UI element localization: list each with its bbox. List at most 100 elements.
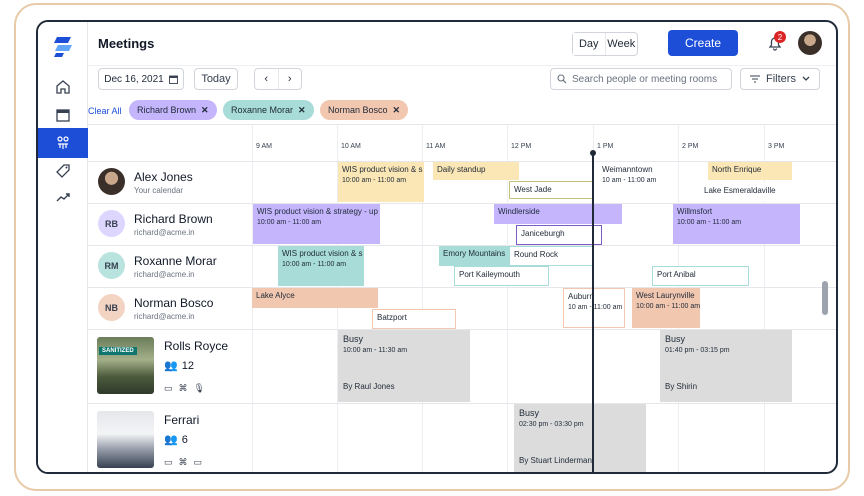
event-block[interactable]: Lake Alyce (252, 288, 378, 308)
hour-label: 2 PM (682, 143, 699, 150)
close-icon[interactable]: ✕ (393, 105, 401, 116)
date-nav: ‹ › (254, 68, 302, 90)
busy-block[interactable]: Busy 01:40 pm - 03:15 pm By Shirin (660, 330, 792, 402)
room-capacity: 👥 6 (164, 433, 188, 447)
event-block[interactable]: Batzport (372, 309, 456, 329)
event-block[interactable]: West Laurynville 10:00 am - 11:00 am (632, 288, 700, 328)
app-logo-icon (54, 37, 72, 57)
trending-up-icon (56, 193, 70, 202)
prev-day-button[interactable]: ‹ (255, 69, 279, 89)
event-block[interactable]: Lake Esmeraldaville (700, 183, 786, 201)
chip-label: Norman Bosco (328, 105, 388, 115)
person-email: richard@acme.in (134, 270, 195, 279)
room-photo: SANITIZED (97, 337, 154, 394)
tag-icon (56, 164, 70, 178)
hour-label: 11 AM (426, 143, 446, 150)
close-icon[interactable]: ✕ (201, 105, 209, 116)
people-icon: 👥 (164, 434, 178, 446)
sanitized-badge: SANITIZED (99, 347, 137, 355)
view-week-button[interactable]: Week (606, 33, 638, 55)
event-block[interactable]: Port Anibal (652, 266, 749, 286)
event-block[interactable]: Round Rock (509, 246, 593, 266)
person-row[interactable]: RM Roxanne Morar richard@acme.in (88, 245, 252, 287)
chip-label: Roxanne Morar (231, 105, 294, 115)
capacity-value: 6 (181, 433, 188, 446)
event-block[interactable]: Janiceburgh (516, 225, 602, 245)
event-block[interactable]: WIS product vision & s 10:00 am - 11:00 a… (338, 162, 424, 202)
person-name: Richard Brown (134, 212, 213, 226)
person-row[interactable]: RB Richard Brown richard@acme.in (88, 203, 252, 245)
calendar-icon (56, 109, 70, 122)
page-title: Meetings (98, 36, 155, 51)
hour-label: 12 PM (511, 143, 532, 150)
event-block[interactable]: Emory Mountains (439, 246, 509, 266)
close-icon[interactable]: ✕ (298, 105, 306, 116)
chip-label: Richard Brown (137, 105, 197, 115)
schedule-grid: 9 AM 10 AM 11 AM 12 PM 1 PM 2 PM 3 PM Al… (88, 124, 836, 472)
room-row[interactable]: SANITIZED Rolls Royce 👥 12 ▭ ⌘ 🎙 (88, 329, 252, 403)
event-block[interactable]: Windlerside (494, 204, 622, 224)
search-input[interactable]: Search people or meeting rooms (550, 68, 732, 90)
person-row[interactable]: Alex Jones Your calendar (88, 161, 252, 203)
search-placeholder: Search people or meeting rooms (572, 73, 718, 85)
room-row[interactable]: Ferrari 👥 6 ▭ ⌘ ▭ (88, 403, 252, 472)
home-icon (56, 80, 70, 94)
people-network-icon (57, 136, 69, 149)
person-email: richard@acme.in (134, 228, 195, 237)
person-subtitle: Your calendar (134, 186, 184, 195)
person-name: Roxanne Morar (134, 254, 217, 268)
view-toggle: Day Week (572, 32, 638, 56)
event-block[interactable]: WIS product vision & s 10:00 am - 11:00 a… (278, 246, 364, 286)
person-email: richard@acme.in (134, 312, 195, 321)
nav-meetings[interactable] (38, 128, 88, 158)
event-block[interactable]: West Jade (509, 181, 593, 199)
date-picker-button[interactable]: Dec 16, 2021 (98, 68, 184, 90)
clear-all-link[interactable]: Clear All (88, 106, 122, 116)
avatar: NB (98, 294, 125, 321)
room-amenities: ▭ ⌘ ▭ (164, 457, 202, 468)
room-capacity: 👥 12 (164, 359, 194, 373)
event-block[interactable]: Port Kaileymouth (454, 266, 549, 286)
vertical-scrollbar[interactable] (822, 281, 828, 315)
event-block[interactable]: WIS product vision & strategy - up 10:00 … (253, 204, 380, 244)
event-block[interactable]: North Enrique (708, 162, 792, 180)
sidebar (38, 22, 88, 472)
capacity-value: 12 (181, 359, 194, 372)
monitor-icon: ▭ (164, 383, 173, 393)
current-time-line (592, 153, 594, 472)
hour-label: 1 PM (597, 143, 614, 150)
view-day-button[interactable]: Day (573, 33, 606, 55)
filters-label: Filters (766, 73, 796, 85)
hour-label: 3 PM (768, 143, 785, 150)
today-button[interactable]: Today (194, 68, 238, 90)
nav-calendar[interactable] (38, 100, 88, 130)
event-block[interactable]: Willmsfort 10:00 am - 11:00 am (673, 204, 800, 244)
people-icon: 👥 (164, 360, 178, 372)
search-icon (557, 74, 567, 84)
event-block[interactable]: Daily standup (433, 162, 519, 180)
user-avatar[interactable] (798, 31, 822, 55)
event-block[interactable]: Auburn 10 am - 11:00 am (563, 288, 625, 328)
busy-block[interactable]: Busy 02:30 pm - 03:30 pm By Stuart Linde… (514, 404, 646, 472)
chip-norman-bosco[interactable]: Norman Bosco ✕ (320, 100, 409, 120)
monitor-icon: ▭ (193, 457, 203, 467)
conference-icon: ⌘ (178, 383, 188, 393)
chip-richard-brown[interactable]: Richard Brown ✕ (129, 100, 217, 120)
date-toolbar: Dec 16, 2021 Today ‹ › Search people or … (88, 66, 836, 100)
nav-analytics[interactable] (38, 182, 88, 212)
monitor-icon: ▭ (164, 457, 173, 467)
busy-block[interactable]: Busy 10:00 am - 11:30 am By Raul Jones (338, 330, 470, 402)
app-window: Meetings Day Week Create 2 Dec 16, 2021 … (36, 20, 838, 474)
nav-home[interactable] (38, 72, 88, 102)
event-block[interactable]: Weimanntown 10 am - 11:00 am (598, 162, 678, 202)
microphone-icon: 🎙 (193, 383, 205, 393)
create-button[interactable]: Create (668, 30, 738, 56)
filters-button[interactable]: Filters (740, 68, 820, 90)
chevron-down-icon (802, 76, 810, 81)
chip-roxanne-morar[interactable]: Roxanne Morar ✕ (223, 100, 314, 120)
room-amenities: ▭ ⌘ 🎙 (164, 383, 205, 394)
avatar: RM (98, 252, 125, 279)
person-row[interactable]: NB Norman Bosco richard@acme.in (88, 287, 252, 329)
avatar (98, 168, 125, 195)
next-day-button[interactable]: › (279, 69, 302, 89)
